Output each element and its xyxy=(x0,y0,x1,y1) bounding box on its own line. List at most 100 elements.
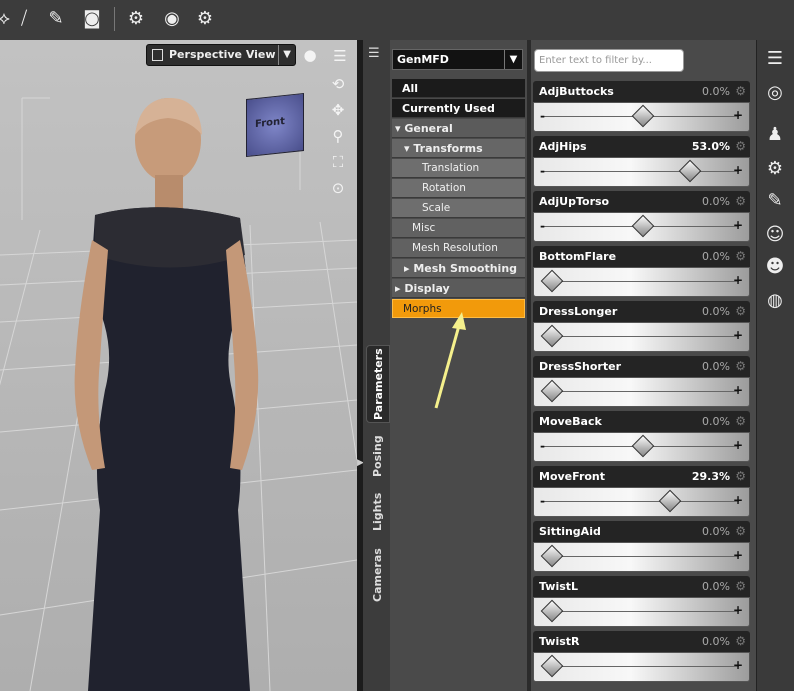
camera-icon[interactable]: ◉ xyxy=(160,6,184,32)
plus-button[interactable]: + xyxy=(733,218,743,232)
parameter-value[interactable]: 0.0% xyxy=(702,521,730,542)
gear-icon[interactable]: ⚙ xyxy=(735,193,746,209)
environment-icon[interactable]: ◍ xyxy=(763,288,787,314)
slider-handle[interactable] xyxy=(631,434,654,458)
pose-icon[interactable]: ♟ xyxy=(763,122,787,148)
draw-icon[interactable]: ✎ xyxy=(763,188,787,214)
gear-icon[interactable]: ⚙ xyxy=(735,578,746,594)
pane-menu-icon[interactable]: ☰ xyxy=(763,46,787,72)
reset-view-icon[interactable]: ⊙ xyxy=(328,178,348,198)
sphere-shading-icon[interactable]: ● xyxy=(300,45,320,65)
gear-icon[interactable]: ⚙ xyxy=(735,248,746,264)
parameter-slider[interactable]: DressShorter 0.0% ⚙ + xyxy=(533,356,750,408)
slider-track[interactable]: + xyxy=(533,652,750,682)
tree-item-rotation[interactable]: Rotation xyxy=(392,179,525,198)
slider-track[interactable]: - + xyxy=(533,157,750,187)
character-alt-icon[interactable]: ☻ xyxy=(763,254,787,280)
parameter-slider[interactable]: BottomFlare 0.0% ⚙ + xyxy=(533,246,750,298)
slider-handle[interactable] xyxy=(679,159,702,183)
tree-item-general[interactable]: ▾ General xyxy=(392,119,525,138)
parameter-value[interactable]: 0.0% xyxy=(702,301,730,322)
tab-cameras[interactable]: Cameras xyxy=(366,544,390,606)
minus-button[interactable]: - xyxy=(540,494,545,508)
gear-icon[interactable]: ⚙ xyxy=(735,138,746,154)
slider-track[interactable]: + xyxy=(533,322,750,352)
parameter-value[interactable]: 0.0% xyxy=(702,191,730,212)
slider-handle[interactable] xyxy=(540,544,564,568)
tree-item-mesh-smoothing[interactable]: ▸ Mesh Smoothing xyxy=(392,259,525,278)
camera-render-icon[interactable]: ◙ xyxy=(80,6,104,32)
parameter-slider[interactable]: TwistR 0.0% ⚙ + xyxy=(533,631,750,683)
tree-item-mesh-resolution[interactable]: Mesh Resolution xyxy=(392,239,525,258)
gear-icon[interactable]: ⚙ xyxy=(735,633,746,649)
slider-handle[interactable] xyxy=(540,599,564,623)
gear-icon[interactable]: ⚙ xyxy=(735,413,746,429)
character-icon[interactable]: ☺ xyxy=(763,222,787,248)
slider-track[interactable]: + xyxy=(533,542,750,572)
slider-track[interactable]: - + xyxy=(533,212,750,242)
pan-icon[interactable]: ✥ xyxy=(328,100,348,120)
slider-handle[interactable] xyxy=(540,654,564,678)
tree-item-translation[interactable]: Translation xyxy=(392,159,525,178)
parameter-slider[interactable]: AdjButtocks 0.0% ⚙ - + xyxy=(533,81,750,133)
pane-options-icon[interactable]: ☰ xyxy=(368,46,380,61)
view-selector[interactable]: Perspective View ▼ xyxy=(146,44,296,66)
parameter-slider[interactable]: MoveBack 0.0% ⚙ - + xyxy=(533,411,750,463)
parameter-value[interactable]: 0.0% xyxy=(702,576,730,597)
plus-button[interactable]: + xyxy=(733,603,743,617)
surfaces-icon[interactable]: ◎ xyxy=(763,80,787,106)
plus-button[interactable]: + xyxy=(733,493,743,507)
tab-parameters[interactable]: Parameters xyxy=(366,345,390,423)
parameter-value[interactable]: 0.0% xyxy=(702,81,730,102)
orbit-icon[interactable]: ⟲ xyxy=(328,74,348,94)
slider-handle[interactable] xyxy=(540,269,564,293)
parameter-slider[interactable]: AdjHips 53.0% ⚙ - + xyxy=(533,136,750,188)
parameter-value[interactable]: 0.0% xyxy=(702,411,730,432)
tab-lights[interactable]: Lights xyxy=(366,488,390,536)
slider-track[interactable]: - + xyxy=(533,432,750,462)
slider-handle[interactable] xyxy=(631,104,654,128)
gear-icon[interactable]: ⚙ xyxy=(735,523,746,539)
parameter-value[interactable]: 0.0% xyxy=(702,631,730,652)
slider-track[interactable]: + xyxy=(533,377,750,407)
tree-item-display[interactable]: ▸ Display xyxy=(392,279,525,298)
parameter-slider[interactable]: MoveFront 29.3% ⚙ - + xyxy=(533,466,750,518)
plus-button[interactable]: + xyxy=(733,108,743,122)
filter-input[interactable] xyxy=(534,49,684,72)
slider-handle[interactable] xyxy=(631,214,654,238)
minus-button[interactable]: - xyxy=(540,109,545,123)
plus-button[interactable]: + xyxy=(733,383,743,397)
gear-icon[interactable]: ⚙ xyxy=(735,468,746,484)
settings-icon[interactable]: ⚙ xyxy=(124,6,148,32)
plus-button[interactable]: + xyxy=(733,328,743,342)
edit-icon[interactable]: ✎ xyxy=(44,6,68,32)
tree-item-transforms[interactable]: ▾ Transforms xyxy=(392,139,525,158)
node-selector[interactable]: GenMFD ▼ xyxy=(392,49,523,70)
slider-handle[interactable] xyxy=(658,489,681,513)
view-cube[interactable]: Front xyxy=(246,92,304,158)
tree-item-misc[interactable]: Misc xyxy=(392,219,525,238)
slider-track[interactable]: + xyxy=(533,597,750,627)
plus-button[interactable]: + xyxy=(733,658,743,672)
chevron-down-icon[interactable]: ▼ xyxy=(278,45,291,65)
gear-icon[interactable]: ⚙ xyxy=(735,83,746,99)
zoom-icon[interactable]: ⚲ xyxy=(328,126,348,146)
slider-track[interactable]: + xyxy=(533,267,750,297)
tree-item-currently-used[interactable]: Currently Used xyxy=(392,99,525,118)
slider-handle[interactable] xyxy=(540,379,564,403)
tree-item-all[interactable]: All xyxy=(392,79,525,98)
minus-button[interactable]: - xyxy=(540,219,545,233)
plus-button[interactable]: + xyxy=(733,438,743,452)
parameter-value[interactable]: 53.0% xyxy=(692,136,730,157)
parameter-value[interactable]: 0.0% xyxy=(702,356,730,377)
parameter-slider[interactable]: DressLonger 0.0% ⚙ + xyxy=(533,301,750,353)
minus-button[interactable]: - xyxy=(540,164,545,178)
parameter-slider[interactable]: TwistL 0.0% ⚙ + xyxy=(533,576,750,628)
frame-icon[interactable]: ⛶ xyxy=(328,152,348,172)
gear-icon[interactable]: ⚙ xyxy=(735,303,746,319)
gear-icon[interactable]: ⚙ xyxy=(735,358,746,374)
plus-button[interactable]: + xyxy=(733,163,743,177)
plus-button[interactable]: + xyxy=(733,273,743,287)
parameter-value[interactable]: 0.0% xyxy=(702,246,730,267)
figure-setup-icon[interactable]: ⚙ xyxy=(763,156,787,182)
